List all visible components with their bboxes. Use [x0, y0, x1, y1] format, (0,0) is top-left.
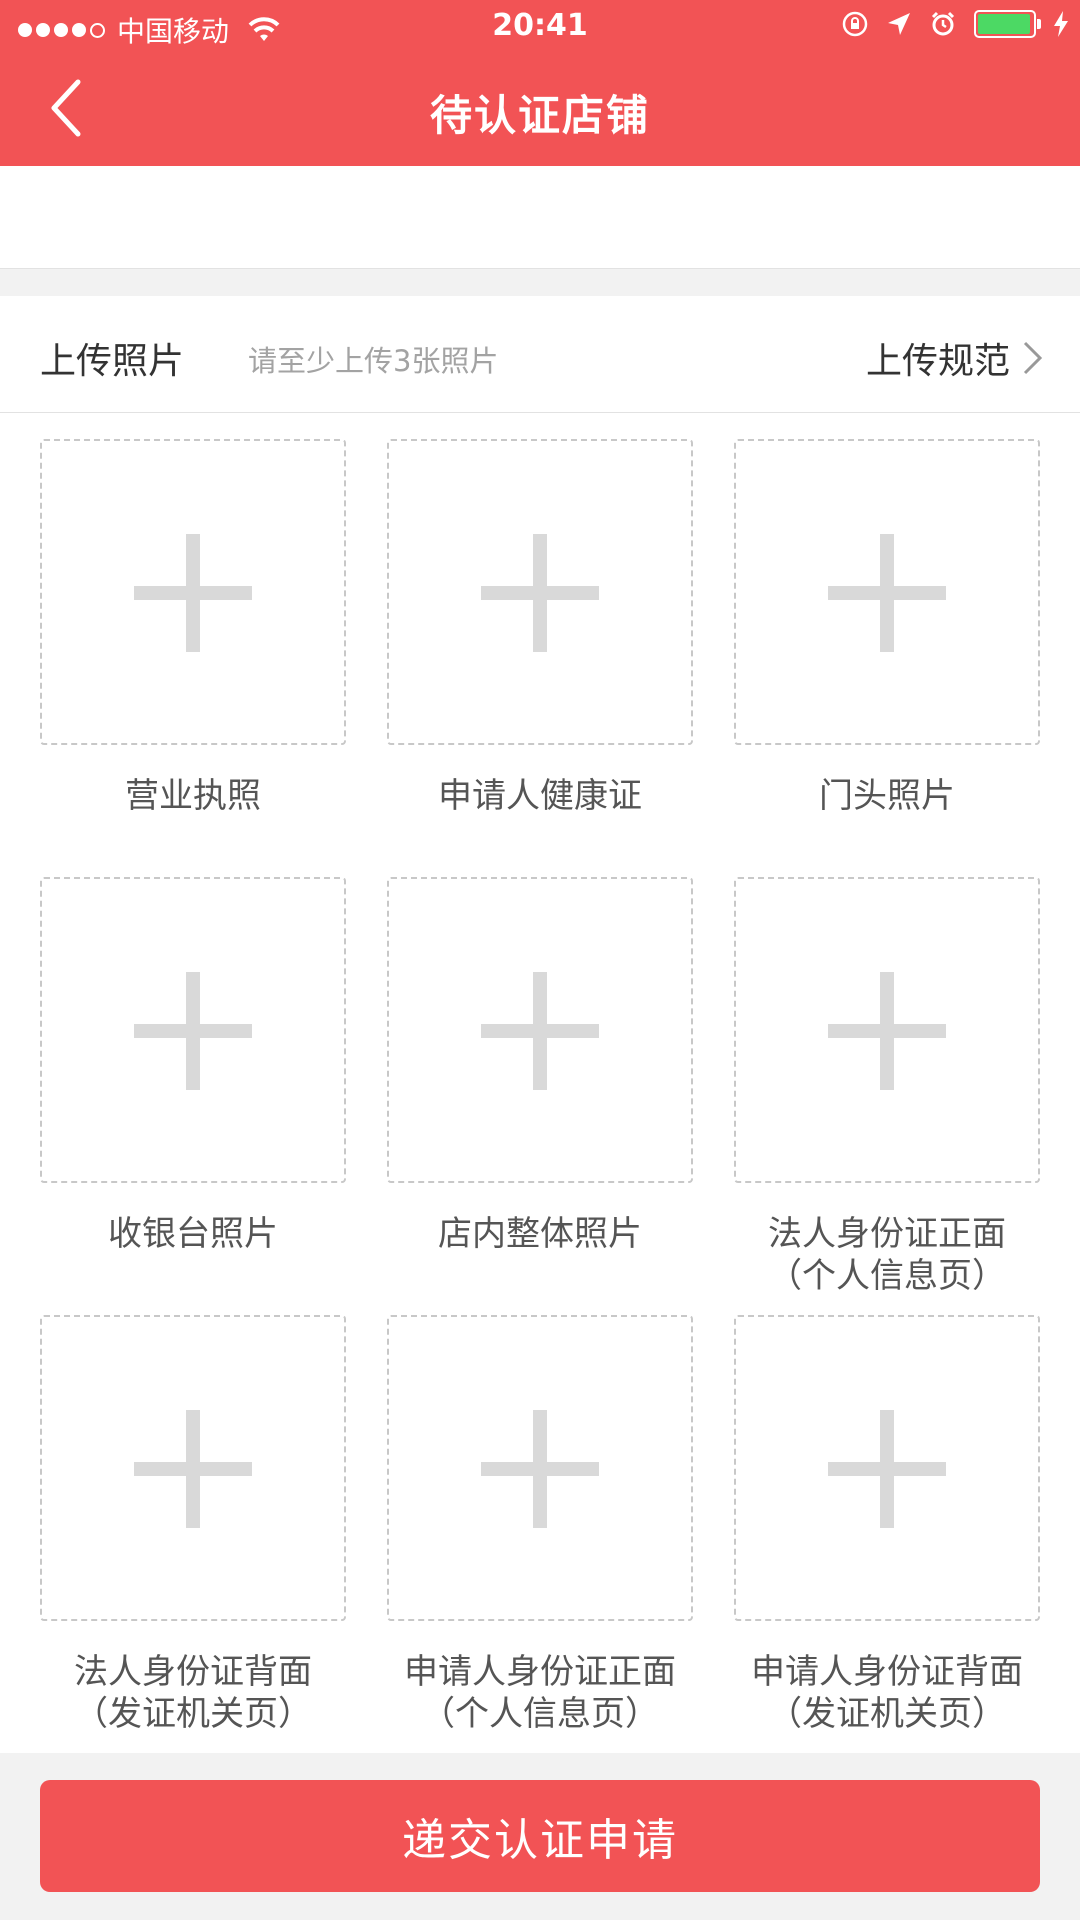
add-photo-button[interactable]	[734, 877, 1040, 1183]
photo-slot-label: 法人身份证正面 （个人信息页）	[734, 1213, 1040, 1297]
add-photo-button[interactable]	[40, 439, 346, 745]
plus-icon	[533, 534, 547, 652]
status-icons	[842, 10, 1068, 38]
label-line: 门头照片	[819, 776, 955, 816]
photo-slot-label: 店内整体照片	[387, 1213, 693, 1255]
photo-slot-label: 收银台照片	[40, 1213, 346, 1255]
photo-slot-cashier: 收银台照片	[40, 877, 346, 1255]
photo-slot-business-license: 营业执照	[40, 439, 346, 817]
photo-slot-label: 法人身份证背面 （发证机关页）	[40, 1651, 346, 1735]
add-photo-button[interactable]	[734, 439, 1040, 745]
label-line: 营业执照	[125, 776, 261, 816]
upload-photos-title: 上传照片	[40, 341, 185, 382]
add-photo-button[interactable]	[387, 1315, 693, 1621]
upload-spec-link[interactable]: 上传规范	[866, 332, 1044, 384]
upload-photos-hint: 请至少上传3张照片	[248, 344, 499, 378]
photo-grid: 营业执照 申请人健康证 门头照片 收银台照片 店内整体照片 法人身份证正面 （个…	[0, 413, 1080, 1753]
label-line: （个人信息页）	[421, 1694, 659, 1734]
location-arrow-icon	[888, 13, 910, 35]
plus-icon	[880, 972, 894, 1090]
label-line: （个人信息页）	[768, 1256, 1006, 1296]
add-photo-button[interactable]	[387, 439, 693, 745]
charging-bolt-icon	[1054, 11, 1068, 37]
plus-icon	[186, 1410, 200, 1528]
add-photo-button[interactable]	[40, 877, 346, 1183]
alarm-icon	[931, 11, 955, 36]
add-photo-button[interactable]	[40, 1315, 346, 1621]
label-line: （发证机关页）	[768, 1694, 1006, 1734]
plus-icon	[880, 534, 894, 652]
label-line: 法人身份证背面	[74, 1652, 312, 1692]
photo-slot-label: 门头照片	[734, 775, 1040, 817]
photo-slot-storefront: 门头照片	[734, 439, 1040, 817]
status-bar: 中国移动 20:41	[0, 0, 1080, 54]
photo-slot-applicant-id-back: 申请人身份证背面 （发证机关页）	[734, 1315, 1040, 1735]
label-line: 收银台照片	[108, 1214, 278, 1254]
label-line: 店内整体照片	[438, 1214, 642, 1254]
plus-icon	[533, 972, 547, 1090]
page-title: 待认证店铺	[429, 91, 650, 140]
app-header: 中国移动 20:41 待认证店铺	[0, 0, 1080, 166]
label-line: （发证机关页）	[74, 1694, 312, 1734]
label-line: 申请人身份证背面	[751, 1652, 1023, 1692]
plus-icon	[533, 1410, 547, 1528]
photo-slot-label: 申请人身份证背面 （发证机关页）	[734, 1651, 1040, 1735]
plus-icon	[880, 1410, 894, 1528]
add-photo-button[interactable]	[734, 1315, 1040, 1621]
plus-icon	[186, 972, 200, 1090]
label-line: 申请人健康证	[438, 776, 642, 816]
blank-strip	[0, 166, 1080, 269]
battery-icon	[974, 10, 1041, 38]
add-photo-button[interactable]	[387, 877, 693, 1183]
photo-slot-label: 申请人身份证正面 （个人信息页）	[387, 1651, 693, 1735]
photo-slot-label: 营业执照	[40, 775, 346, 817]
photo-slot-label: 申请人健康证	[387, 775, 693, 817]
photo-slot-health-certificate: 申请人健康证	[387, 439, 693, 817]
photo-slot-legal-id-back: 法人身份证背面 （发证机关页）	[40, 1315, 346, 1735]
photo-slot-interior: 店内整体照片	[387, 877, 693, 1255]
label-line: 法人身份证正面	[768, 1214, 1006, 1254]
label-line: 申请人身份证正面	[404, 1652, 676, 1692]
submit-certification-button[interactable]: 递交认证申请	[40, 1780, 1040, 1892]
plus-icon	[186, 534, 200, 652]
photo-slot-applicant-id-front: 申请人身份证正面 （个人信息页）	[387, 1315, 693, 1735]
upload-spec-label: 上传规范	[865, 341, 1010, 382]
chevron-right-icon	[1023, 341, 1043, 375]
upload-photos-row: 上传照片 请至少上传3张照片 上传规范	[0, 296, 1080, 413]
rotation-lock-icon	[842, 11, 868, 37]
photo-slot-legal-id-front: 法人身份证正面 （个人信息页）	[734, 877, 1040, 1297]
